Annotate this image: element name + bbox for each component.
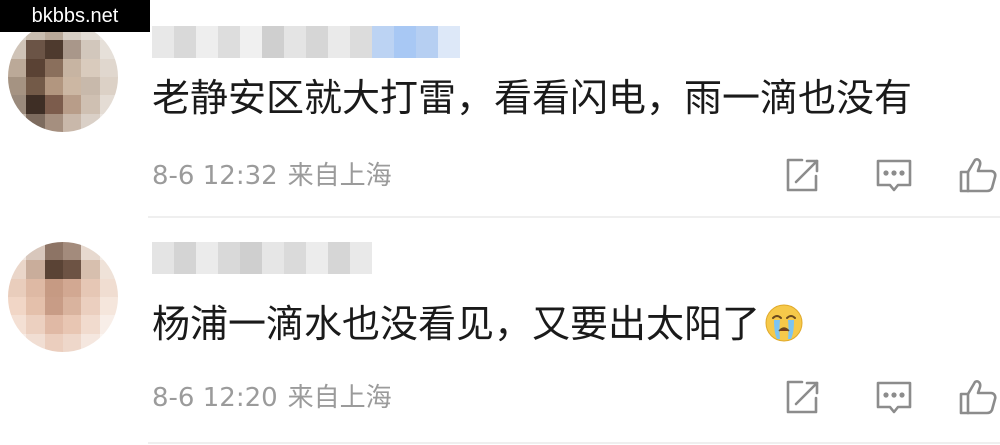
comment-actions <box>760 372 1000 422</box>
timestamp: 8-6 12:32 <box>152 161 278 191</box>
like-icon <box>959 158 997 193</box>
location: 来自上海 <box>287 383 392 413</box>
comment-item: 杨浦一滴水也没看见，又要出太阳了 8-6 12:20 来自上海 <box>0 218 1000 445</box>
username-blurred[interactable] <box>152 242 372 274</box>
like-button[interactable] <box>956 375 1000 419</box>
divider <box>148 442 1000 444</box>
share-button[interactable] <box>780 375 824 419</box>
reply-icon <box>876 159 912 192</box>
comment-text-content: 杨浦一滴水也没看见，又要出太阳了 <box>152 302 761 346</box>
share-icon <box>786 380 819 414</box>
like-button[interactable] <box>956 153 1000 197</box>
avatar[interactable] <box>8 22 118 132</box>
share-button[interactable] <box>780 153 824 197</box>
comment-text: 老静安区就大打雷，看看闪电，雨一滴也没有 <box>152 76 913 120</box>
reply-icon <box>876 381 912 414</box>
username-blurred[interactable] <box>152 26 460 58</box>
watermark: bkbbs.net <box>0 0 150 32</box>
location: 来自上海 <box>287 161 392 191</box>
comment-text: 杨浦一滴水也没看见，又要出太阳了 <box>152 300 804 348</box>
crying-face-emoji <box>764 303 804 343</box>
comment-meta: 8-6 12:32 来自上海 <box>152 160 392 192</box>
avatar[interactable] <box>8 242 118 352</box>
reply-button[interactable] <box>872 153 916 197</box>
like-icon <box>959 380 997 415</box>
comment-meta: 8-6 12:20 来自上海 <box>152 382 392 414</box>
comment-item: 老静安区就大打雷，看看闪电，雨一滴也没有 8-6 12:32 来自上海 <box>0 0 1000 218</box>
share-icon <box>786 158 819 192</box>
timestamp: 8-6 12:20 <box>152 383 278 413</box>
comment-actions <box>760 150 1000 200</box>
reply-button[interactable] <box>872 375 916 419</box>
